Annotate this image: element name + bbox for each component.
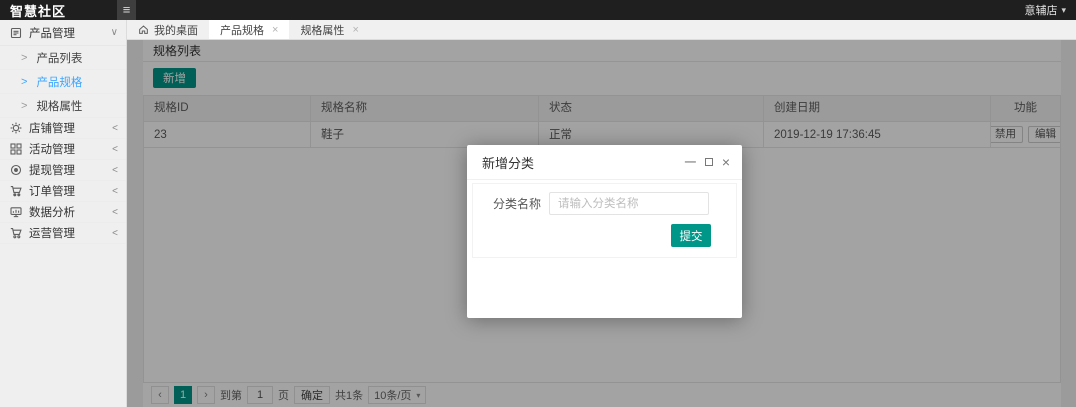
topbar: 智慧社区 ≡ 意辅店 ▾ xyxy=(0,0,1076,20)
hamburger-icon[interactable]: ≡ xyxy=(117,0,136,20)
chevron-collapsed-icon: < xyxy=(112,123,118,134)
close-icon[interactable]: × xyxy=(722,156,730,168)
submit-button[interactable]: 提交 xyxy=(671,224,711,247)
close-icon[interactable]: × xyxy=(272,24,278,36)
modal-title: 新增分类 xyxy=(482,153,534,172)
tab-label: 规格属性 xyxy=(300,22,344,38)
category-name-row: 分类名称 xyxy=(479,192,736,215)
maximize-icon[interactable] xyxy=(705,158,713,166)
truck-cart-icon xyxy=(10,227,22,239)
app-window: 智慧社区 ≡ 意辅店 ▾ 产品管理 ∨ > 产品列表 > 产品规格 > 规格属性 xyxy=(0,0,1076,407)
close-icon[interactable]: × xyxy=(352,24,358,36)
minimize-icon[interactable]: — xyxy=(685,156,696,168)
tab-label: 产品规格 xyxy=(220,22,264,38)
chevron-collapsed-icon: < xyxy=(112,186,118,197)
sidebar-item-label: 订单管理 xyxy=(29,183,75,199)
add-category-modal: 新增分类 — × 分类名称 提交 xyxy=(467,145,742,318)
sidebar-subitem-product-spec[interactable]: > 产品规格 xyxy=(0,70,126,94)
sidebar-subitem-spec-attr[interactable]: > 规格属性 xyxy=(0,94,126,118)
modal-form-panel: 分类名称 提交 xyxy=(472,183,737,258)
submenu-arrow-icon: > xyxy=(21,76,27,88)
chevron-collapsed-icon: < xyxy=(112,228,118,239)
brand-logo: 智慧社区 xyxy=(0,1,117,20)
sidebar-subitem-label: 产品规格 xyxy=(36,74,82,90)
home-icon xyxy=(138,24,149,35)
sidebar-item-product-management[interactable]: 产品管理 ∨ xyxy=(0,20,126,46)
submenu-arrow-icon: > xyxy=(21,100,27,112)
chevron-collapsed-icon: < xyxy=(112,207,118,218)
sidebar-item-label: 店铺管理 xyxy=(29,120,75,136)
sidebar-item-label: 数据分析 xyxy=(29,204,75,220)
shop-switcher[interactable]: 意辅店 ▾ xyxy=(1024,2,1076,18)
modal-window-controls: — × xyxy=(685,156,730,168)
chevron-expanded-icon: ∨ xyxy=(111,27,118,38)
sidebar-item-withdraw-management[interactable]: 提现管理 < xyxy=(0,160,126,181)
tab-home[interactable]: 我的桌面 xyxy=(127,20,209,39)
sidebar-item-label: 提现管理 xyxy=(29,162,75,178)
submenu-arrow-icon: > xyxy=(21,52,27,64)
sidebar-item-data-analysis[interactable]: 数据分析 < xyxy=(0,202,126,223)
sidebar-item-operation-management[interactable]: 运营管理 < xyxy=(0,223,126,244)
chevron-down-icon: ▾ xyxy=(1061,5,1066,16)
tab-product-spec[interactable]: 产品规格 × xyxy=(209,20,289,39)
sidebar-item-order-management[interactable]: 订单管理 < xyxy=(0,181,126,202)
chevron-collapsed-icon: < xyxy=(112,144,118,155)
shop-name: 意辅店 xyxy=(1024,2,1057,18)
sidebar-subitem-label: 规格属性 xyxy=(36,98,82,114)
monitor-icon xyxy=(10,206,22,218)
sidebar-item-label: 运营管理 xyxy=(29,225,75,241)
chevron-collapsed-icon: < xyxy=(112,165,118,176)
sidebar-item-shop-management[interactable]: 店铺管理 < xyxy=(0,118,126,139)
sidebar-subitem-product-list[interactable]: > 产品列表 xyxy=(0,46,126,70)
target-icon xyxy=(10,164,22,176)
tab-label: 我的桌面 xyxy=(154,22,198,38)
tab-bar: 我的桌面 产品规格 × 规格属性 × xyxy=(127,20,1076,40)
cart-icon xyxy=(10,185,22,197)
sidebar-item-activity-management[interactable]: 活动管理 < xyxy=(0,139,126,160)
sidebar-item-label: 产品管理 xyxy=(29,25,75,41)
category-name-input[interactable] xyxy=(549,192,709,215)
tab-spec-attr[interactable]: 规格属性 × xyxy=(289,20,369,39)
modal-title-bar: 新增分类 — × xyxy=(467,145,742,180)
grid-icon xyxy=(10,143,22,155)
category-name-label: 分类名称 xyxy=(479,195,541,212)
sidebar: 产品管理 ∨ > 产品列表 > 产品规格 > 规格属性 店铺管理 < 活动管理 xyxy=(0,20,127,407)
form-icon xyxy=(10,27,22,39)
sidebar-item-label: 活动管理 xyxy=(29,141,75,157)
sidebar-subitem-label: 产品列表 xyxy=(36,50,82,66)
gear-icon xyxy=(10,122,22,134)
